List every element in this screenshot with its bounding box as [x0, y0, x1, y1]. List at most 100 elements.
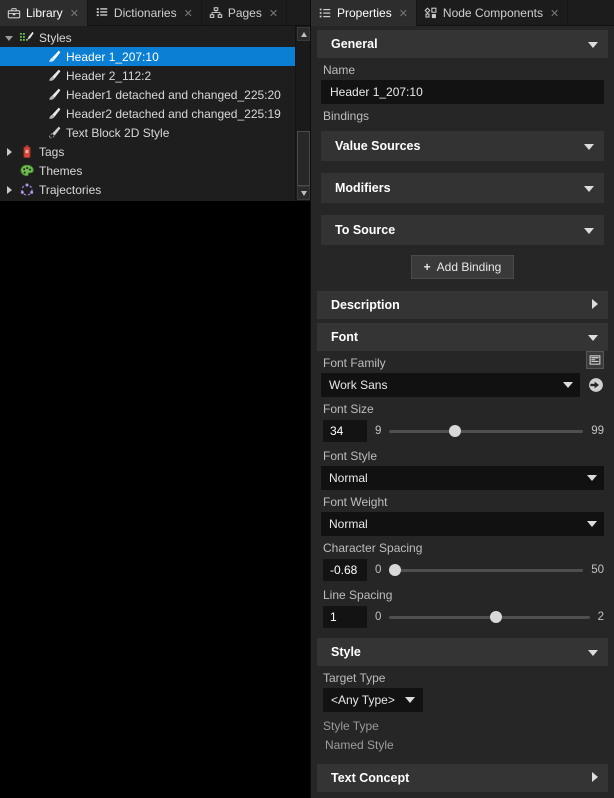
tab-pages[interactable]: Pages ✕ [202, 0, 287, 26]
tree-item-header1-detached[interactable]: Header1 detached and changed_225:20 [0, 85, 295, 104]
tab-properties[interactable]: Properties ✕ [311, 0, 417, 26]
twisty-open-icon[interactable] [4, 32, 15, 43]
character-spacing-min-label: 0 [375, 564, 381, 576]
style-brush-icon [46, 49, 62, 65]
binding-group-label: To Source [335, 223, 395, 237]
slider-track [389, 569, 583, 572]
font-weight-label: Font Weight [311, 490, 614, 512]
font-style-select[interactable]: Normal [321, 466, 604, 490]
style-type-value: Named Style [311, 736, 614, 756]
binding-group-value-sources[interactable]: Value Sources [321, 131, 604, 161]
slider-knob[interactable] [389, 564, 401, 576]
tree-item-text-block-2d-style[interactable]: Text Block 2D Style [0, 123, 295, 142]
font-weight-select[interactable]: Normal [321, 512, 604, 536]
font-family-select[interactable]: Work Sans [321, 373, 580, 397]
close-icon[interactable]: ✕ [184, 7, 193, 20]
font-family-row: Work Sans [311, 373, 614, 397]
left-tab-strip: Library ✕ Dictionaries ✕ [0, 0, 310, 26]
node-components-icon [424, 6, 438, 20]
chevron-down-icon[interactable] [588, 38, 598, 50]
chevron-down-icon[interactable] [587, 475, 597, 481]
slider-knob[interactable] [490, 611, 502, 623]
font-weight-value: Normal [329, 517, 368, 531]
chevron-down-icon[interactable] [588, 331, 598, 343]
close-icon[interactable]: ✕ [70, 7, 79, 20]
plus-icon: + [424, 260, 431, 274]
line-spacing-slider[interactable] [389, 610, 589, 624]
font-size-slider[interactable] [389, 424, 583, 438]
chevron-down-icon[interactable] [584, 181, 594, 195]
tree-item-label: Header 2_112:2 [66, 69, 151, 83]
twisty-closed-icon[interactable] [4, 184, 15, 195]
add-binding-label: Add Binding [437, 260, 502, 274]
binding-group-label: Value Sources [335, 139, 420, 153]
chevron-down-icon[interactable] [587, 521, 597, 527]
section-title: Style [331, 645, 361, 659]
line-spacing-input[interactable]: 1 [323, 606, 367, 628]
twisty-closed-icon[interactable] [4, 146, 15, 157]
binding-group-label: Modifiers [335, 181, 391, 195]
style-brush-dim-icon [46, 125, 62, 141]
font-family-value: Work Sans [329, 378, 387, 392]
chevron-down-icon[interactable] [584, 139, 594, 153]
binding-group-to-source[interactable]: To Source [321, 215, 604, 245]
slider-knob[interactable] [449, 425, 461, 437]
tab-library[interactable]: Library ✕ [0, 0, 88, 26]
list-icon [95, 6, 109, 20]
chevron-down-icon[interactable] [405, 697, 415, 703]
tree-vertical-scrollbar[interactable] [295, 26, 310, 201]
section-text-concept[interactable]: Text Concept [317, 764, 608, 792]
left-panel: Library ✕ Dictionaries ✕ [0, 0, 310, 798]
tree-item-themes[interactable]: Themes [0, 161, 295, 180]
tab-dictionaries[interactable]: Dictionaries ✕ [88, 0, 202, 26]
chevron-right-icon[interactable] [592, 299, 598, 311]
close-icon[interactable]: ✕ [550, 7, 559, 20]
section-title: Description [331, 298, 400, 312]
font-size-min-label: 9 [375, 425, 381, 437]
line-spacing-min-label: 0 [375, 611, 381, 623]
library-tree-panel: Styles Header 1_207:10 [0, 26, 310, 201]
character-spacing-input[interactable]: -0.68 [323, 559, 367, 581]
tab-label: Properties [337, 6, 392, 20]
scroll-up-arrow[interactable] [297, 27, 310, 41]
tab-node-components[interactable]: Node Components ✕ [417, 0, 568, 26]
font-style-value: Normal [329, 471, 368, 485]
line-spacing-max-label: 2 [598, 611, 604, 623]
target-type-label: Target Type [311, 666, 614, 688]
close-icon[interactable]: ✕ [399, 7, 408, 20]
chevron-down-icon[interactable] [563, 382, 573, 388]
toolbox-icon [7, 6, 21, 20]
target-type-select[interactable]: <Any Type> [323, 688, 423, 712]
line-spacing-label: Line Spacing [311, 583, 614, 605]
section-description[interactable]: Description [317, 291, 608, 319]
tree-item-trajectories[interactable]: Trajectories [0, 180, 295, 199]
section-style[interactable]: Style [317, 638, 608, 666]
font-browser-icon[interactable] [586, 351, 604, 369]
scrollbar-thumb[interactable] [297, 131, 310, 186]
close-icon[interactable]: ✕ [269, 7, 278, 20]
character-spacing-slider[interactable] [389, 563, 583, 577]
tab-label: Library [26, 6, 63, 20]
chevron-down-icon[interactable] [588, 646, 598, 658]
tree-item-header2-detached[interactable]: Header2 detached and changed_225:19 [0, 104, 295, 123]
chevron-right-icon[interactable] [592, 772, 598, 784]
section-title: Font [331, 330, 358, 344]
name-input[interactable]: Header 1_207:10 [321, 80, 604, 104]
right-panel: Properties ✕ Node Components ✕ [310, 0, 614, 798]
scroll-down-arrow[interactable] [297, 186, 310, 200]
tag-icon [19, 144, 35, 160]
reset-arrow-icon[interactable] [586, 375, 606, 395]
library-tree: Styles Header 1_207:10 [0, 26, 295, 201]
add-binding-button[interactable]: + Add Binding [411, 255, 515, 279]
tree-item-label: Header 1_207:10 [66, 50, 159, 64]
chevron-down-icon[interactable] [584, 223, 594, 237]
tree-item-header-1[interactable]: Header 1_207:10 [0, 47, 295, 66]
tree-item-styles[interactable]: Styles [0, 28, 295, 47]
tree-item-tags[interactable]: Tags [0, 142, 295, 161]
tree-item-label: Themes [39, 164, 82, 178]
section-general[interactable]: General [317, 30, 608, 58]
tree-item-header-2[interactable]: Header 2_112:2 [0, 66, 295, 85]
section-font[interactable]: Font [317, 323, 608, 351]
font-size-input[interactable]: 34 [323, 420, 367, 442]
binding-group-modifiers[interactable]: Modifiers [321, 173, 604, 203]
